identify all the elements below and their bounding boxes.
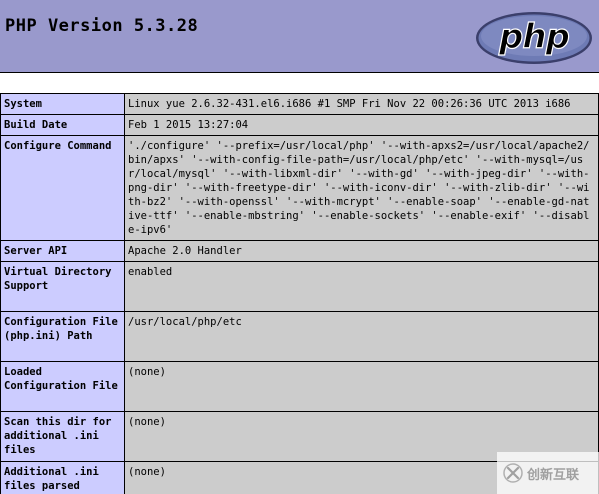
- row-value: './configure' '--prefix=/usr/local/php' …: [124, 135, 599, 241]
- row-label: Additional .ini files parsed: [0, 461, 125, 494]
- watermark: 创新互联: [497, 452, 599, 494]
- info-row: Configuration File (php.ini) Path/usr/lo…: [0, 311, 599, 362]
- row-label: Configuration File (php.ini) Path: [0, 311, 125, 362]
- brand-x-icon: [503, 463, 523, 483]
- info-table: System Linux yue 2.6.32-431.el6.i686 #1 S…: [0, 93, 599, 494]
- info-row: Configure Command './configure' '--prefix…: [0, 135, 599, 241]
- php-logo: php: [476, 12, 592, 64]
- info-row: System Linux yue 2.6.32-431.el6.i686 #1 S…: [0, 93, 599, 115]
- row-value: Linux yue 2.6.32-431.el6.i686 #1 SMP Fri…: [124, 93, 599, 115]
- info-row: Loaded Configuration File (none): [0, 361, 599, 412]
- row-value: enabled: [124, 261, 599, 312]
- row-label: Configure Command: [0, 135, 125, 241]
- row-label: Scan this dir for additional .ini files: [0, 411, 125, 462]
- info-row: Build Date Feb 1 2015 13:27:04: [0, 114, 599, 136]
- row-label: Virtual Directory Support: [0, 261, 125, 312]
- row-value: /usr/local/php/etc: [124, 311, 599, 362]
- row-label: Build Date: [0, 114, 125, 136]
- row-label: Server API: [0, 240, 125, 262]
- php-logo-text: php: [498, 17, 570, 57]
- row-label: System: [0, 93, 125, 115]
- watermark-text: 创新互联: [527, 467, 580, 483]
- row-value: (none): [124, 361, 599, 412]
- row-value: Feb 1 2015 13:27:04: [124, 114, 599, 136]
- row-value: Apache 2.0 Handler: [124, 240, 599, 262]
- php-header: PHP Version 5.3.28 php: [0, 0, 599, 73]
- info-row: Server API Apache 2.0 Handler: [0, 240, 599, 262]
- info-row: Virtual Directory Support enabled: [0, 261, 599, 312]
- row-label: Loaded Configuration File: [0, 361, 125, 412]
- page-title: PHP Version 5.3.28: [5, 16, 199, 36]
